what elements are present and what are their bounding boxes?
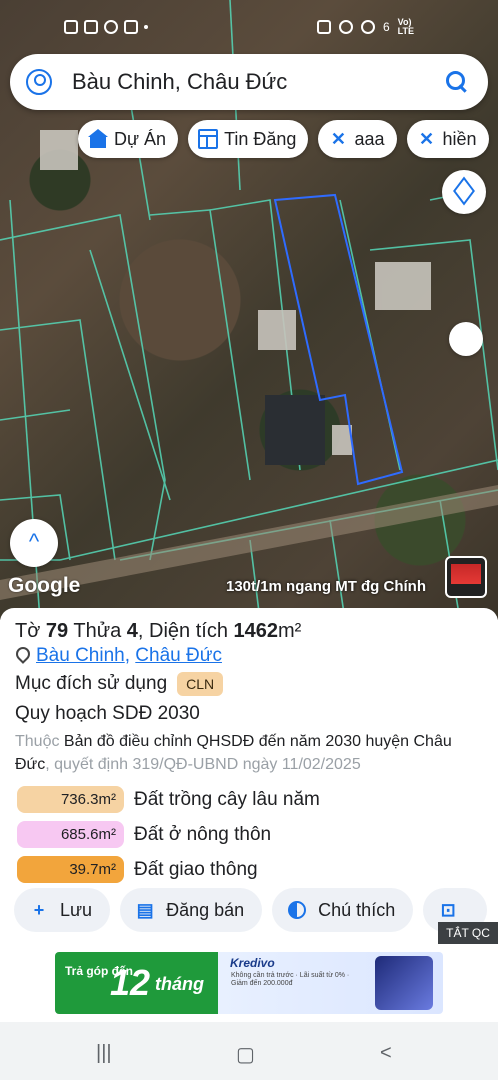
to-label: Tờ <box>15 620 41 642</box>
desc-prefix: Thuộc <box>15 733 60 750</box>
to-value: 79 <box>45 620 69 642</box>
legend-label: Chú thích <box>318 899 396 920</box>
parcel-title: Tờ 79 Thửa 4, Diện tích 1462m² <box>15 620 301 643</box>
location-district-link[interactable]: Châu Đức <box>135 645 222 666</box>
notification-icon <box>64 20 78 34</box>
layers-button[interactable] <box>442 170 486 214</box>
messenger-icon <box>104 20 118 34</box>
google-logo: Google <box>8 574 81 597</box>
action-buttons: + Lưu ▤ Đăng bán Chú thích ⊡ <box>14 888 488 932</box>
ruler-icon: ✕ <box>418 129 435 149</box>
ad-banner-area: Trả góp đến 12 tháng Kredivo Không cần t… <box>0 944 498 1022</box>
chip-label: Tin Đăng <box>224 128 297 149</box>
location-pin-icon <box>16 647 28 663</box>
ad-banner[interactable]: Trả góp đến 12 tháng Kredivo Không cần t… <box>55 952 443 1014</box>
save-button[interactable]: + Lưu <box>14 888 111 932</box>
lte-label: LTE <box>397 26 414 36</box>
close-ad-button[interactable]: TẮT QC <box>438 922 498 944</box>
chip-label: aaa <box>354 128 385 149</box>
area-value: 1462 <box>233 620 279 642</box>
expand-up-button[interactable]: ^ <box>10 519 58 567</box>
search-bar[interactable]: Bàu Chinh, Châu Đức <box>10 54 488 110</box>
zone-list: 736.3m² Đất trồng cây lâu năm 685.6m² Đấ… <box>17 782 320 887</box>
zone-label: Đất trồng cây lâu năm <box>134 788 320 810</box>
ad-fineprint: Không cần trả trước · Lãi suất từ 0% · G… <box>231 972 350 987</box>
listing-thumbnail[interactable] <box>445 556 487 598</box>
parcel-info-panel: Tờ 79 Thửa 4, Diện tích 1462m² Bàu Chinh… <box>0 608 498 946</box>
chip-label: Dự Án <box>114 128 167 149</box>
add-photo-icon: ⊡ <box>440 899 456 920</box>
parcel-location: Bàu Chinh, Châu Đức <box>16 645 222 667</box>
chip-label: hiền <box>442 128 477 149</box>
contrast-icon <box>288 901 307 919</box>
bookmark-plus-icon: + <box>33 899 45 920</box>
account-icon[interactable] <box>26 69 52 95</box>
plan-description: Thuộc Bản đồ điều chỉnh QHSDĐ đến năm 20… <box>15 730 485 776</box>
usage-label: Mục đích sử dụng <box>15 673 168 694</box>
alarm-icon <box>338 20 353 34</box>
system-nav-bar: ||| ▢ < <box>0 1022 498 1080</box>
wifi-signal: 6 <box>382 20 390 34</box>
usage-code-badge: CLN <box>177 672 224 696</box>
notification-icon <box>124 20 138 34</box>
usage-row: Mục đích sử dụng CLN <box>15 672 224 696</box>
search-icon[interactable] <box>446 71 468 93</box>
thua-label: Thửa <box>73 620 122 642</box>
filter-chips: Dự Án Tin Đăng ✕ aaa ✕ hiền <box>78 120 489 158</box>
map-handle-button[interactable] <box>449 322 483 356</box>
location-commune-link[interactable]: Bàu Chinh <box>36 645 125 666</box>
zone-area: 685.6m² <box>17 821 124 848</box>
calendar-icon: ▤ <box>136 899 154 920</box>
post-sale-button[interactable]: ▤ Đăng bán <box>120 888 263 932</box>
chip-hien[interactable]: ✕ hiền <box>406 120 489 158</box>
status-bar: 6 Vo) LTE <box>0 0 498 50</box>
zone-label: Đất ở nông thôn <box>134 823 272 845</box>
chip-aaa[interactable]: ✕ aaa <box>318 120 397 158</box>
location-icon <box>360 20 375 34</box>
legend-button[interactable]: Chú thích <box>272 888 414 932</box>
battery-saver-icon <box>316 20 331 34</box>
area-unit: m² <box>278 620 302 642</box>
phone-image <box>375 956 433 1010</box>
list-icon <box>198 129 219 149</box>
save-label: Lưu <box>60 899 93 920</box>
post-sale-label: Đăng bán <box>166 899 245 920</box>
desc-suffix: , quyết định 319/QĐ-UBND ngày 11/02/2025 <box>45 756 361 773</box>
back-icon[interactable]: < <box>380 1042 392 1065</box>
search-query[interactable]: Bàu Chinh, Châu Đức <box>72 69 446 95</box>
zone-row: 736.3m² Đất trồng cây lâu năm <box>17 782 320 817</box>
building-icon <box>88 129 108 149</box>
thua-value: 4 <box>126 620 138 642</box>
ruler-icon: ✕ <box>330 129 346 149</box>
zone-row: 685.6m² Đất ở nông thôn <box>17 817 320 852</box>
zone-label: Đất giao thông <box>134 858 258 880</box>
recent-apps-icon[interactable]: ||| <box>96 1042 112 1065</box>
zone-area: 736.3m² <box>17 786 124 813</box>
ad-brand: Kredivo <box>230 956 275 970</box>
chip-tin-dang[interactable]: Tin Đăng <box>188 120 309 158</box>
ad-word: tháng <box>155 974 204 994</box>
zone-area: 39.7m² <box>17 856 124 883</box>
ad-big-number: 12 <box>110 962 151 1003</box>
listing-label[interactable]: 130t/1m ngang MT đg Chính <box>226 578 426 595</box>
chip-du-an[interactable]: Dự Án <box>78 120 179 158</box>
notification-icon <box>84 20 98 34</box>
plan-heading: Quy hoạch SDĐ 2030 <box>15 703 200 724</box>
area-label: , Diện tích <box>137 620 228 642</box>
home-icon[interactable]: ▢ <box>236 1042 255 1067</box>
zone-row: 39.7m² Đất giao thông <box>17 852 320 887</box>
network-indicator: Vo) LTE <box>398 18 414 36</box>
more-notifications-icon <box>144 25 148 29</box>
